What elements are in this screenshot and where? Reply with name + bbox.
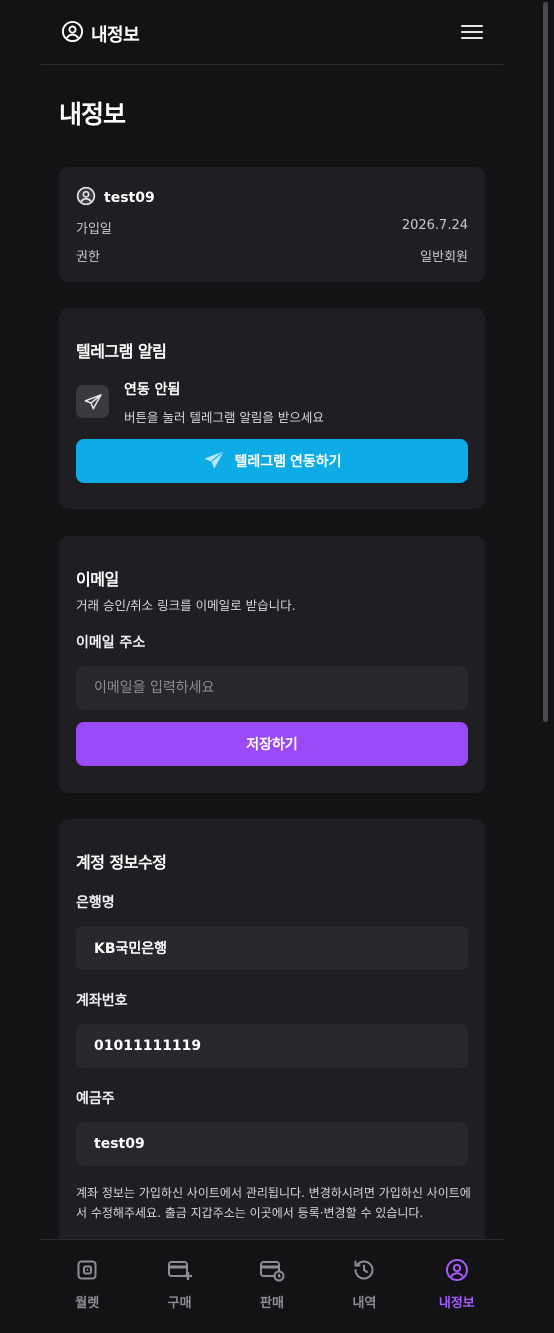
sell-icon — [259, 1258, 285, 1286]
nav-item-history[interactable]: 내역 — [318, 1240, 410, 1333]
role-value: 일반회원 — [420, 250, 468, 265]
app-frame: 내정보 내정보 test09 가입일 2026.7.24 권한 일반회원 텔레그… — [41, 0, 503, 1333]
joined-label: 가입일 — [76, 222, 112, 237]
bank-value-field: KB국민은행 — [76, 926, 468, 970]
page-title: 내정보 — [59, 100, 126, 129]
email-heading: 이메일 — [76, 570, 119, 589]
user-circle-icon — [61, 20, 84, 47]
telegram-connect-button[interactable]: 텔레그램 연동하기 — [76, 439, 468, 483]
email-card: 이메일 거래 승인/취소 링크를 이메일로 받습니다. 이메일 주소 저장하기 — [59, 536, 485, 793]
bank-label: 은행명 — [76, 895, 115, 911]
account-note: 계좌 정보는 가입하신 사이트에서 관리됩니다. 변경하시려면 가입하신 사이트… — [76, 1186, 471, 1220]
account-number-field: 01011111119 — [76, 1024, 468, 1068]
nav-item-profile[interactable]: 내정보 — [411, 1240, 503, 1333]
nav-label-history: 내역 — [352, 1296, 377, 1311]
user-circle-icon — [76, 186, 96, 210]
telegram-plane-icon — [203, 449, 225, 474]
hamburger-menu-icon[interactable] — [461, 22, 483, 42]
account-holder-field: test09 — [76, 1122, 468, 1166]
profile-username: test09 — [104, 190, 155, 206]
email-save-button[interactable]: 저장하기 — [76, 722, 468, 766]
role-label: 권한 — [76, 250, 100, 265]
account-holder-label: 예금주 — [76, 1091, 115, 1107]
telegram-status: 연동 안됨 버튼을 눌러 텔레그램 알림을 받으세요 — [76, 379, 324, 426]
telegram-plane-icon — [76, 385, 109, 418]
wallet-icon — [75, 1258, 99, 1286]
nav-label-wallet: 월렛 — [75, 1296, 100, 1311]
header-brand[interactable]: 내정보 — [61, 20, 140, 47]
nav-item-buy[interactable]: 구매 — [133, 1240, 225, 1333]
top-bar: 내정보 — [41, 0, 503, 65]
nav-item-wallet[interactable]: 월렛 — [41, 1240, 133, 1333]
history-icon — [352, 1258, 376, 1286]
profile-row-joined: 가입일 2026.7.24 — [76, 218, 468, 237]
account-heading: 계정 정보수정 — [76, 853, 167, 872]
email-description: 거래 승인/취소 링크를 이메일로 받습니다. — [76, 598, 296, 613]
page-scrollbar[interactable] — [543, 2, 548, 722]
nav-label-sell: 판매 — [260, 1296, 284, 1311]
telegram-heading: 텔레그램 알림 — [76, 342, 167, 361]
joined-value: 2026.7.24 — [401, 218, 468, 233]
nav-label-buy: 구매 — [167, 1296, 192, 1311]
profile-row-role: 권한 일반회원 — [76, 246, 468, 265]
bottom-nav: 월렛 구매 판매 내역 내정보 — [41, 1239, 503, 1333]
profile-card: test09 가입일 2026.7.24 권한 일반회원 — [59, 167, 485, 282]
email-field-label: 이메일 주소 — [76, 635, 146, 651]
profile-icon — [445, 1258, 469, 1286]
account-card: 계정 정보수정 은행명 KB국민은행 계좌번호 01011111119 예금주 … — [59, 819, 485, 1259]
profile-username-row: test09 — [76, 186, 155, 210]
email-input[interactable] — [76, 666, 468, 710]
telegram-status-desc: 버튼을 눌러 텔레그램 알림을 받으세요 — [124, 410, 324, 425]
nav-label-profile: 내정보 — [438, 1296, 475, 1311]
telegram-connect-label: 텔레그램 연동하기 — [234, 453, 342, 469]
buy-icon — [167, 1258, 193, 1286]
account-number-label: 계좌번호 — [76, 993, 128, 1009]
nav-item-sell[interactable]: 판매 — [226, 1240, 318, 1333]
header-title: 내정보 — [91, 24, 140, 46]
telegram-status-title: 연동 안됨 — [124, 382, 181, 398]
telegram-card: 텔레그램 알림 연동 안됨 버튼을 눌러 텔레그램 알림을 받으세요 텔레그램 … — [59, 308, 485, 509]
